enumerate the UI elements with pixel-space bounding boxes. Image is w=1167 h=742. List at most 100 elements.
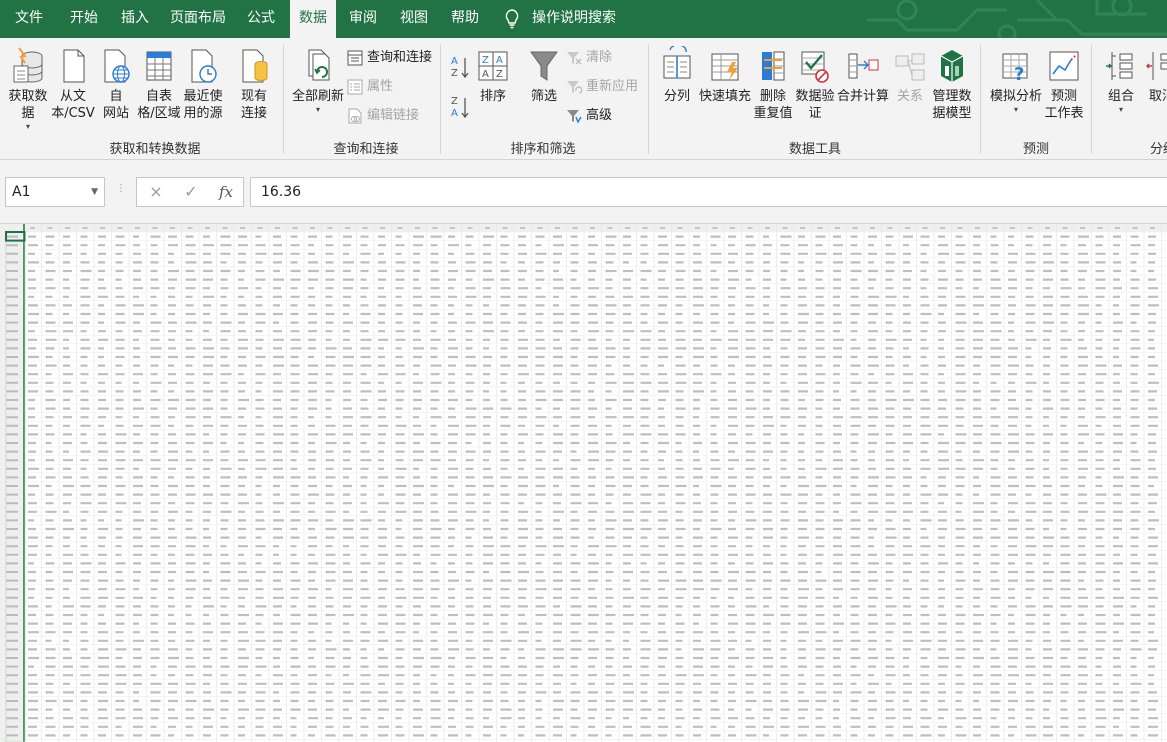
chevron-down-icon: ▾: [1013, 105, 1018, 114]
insert-function-icon[interactable]: fx: [209, 178, 243, 206]
advanced-filter-label: 高级: [586, 108, 613, 123]
chevron-down-icon[interactable]: ▼: [91, 178, 98, 206]
tell-me-label: 操作说明搜索: [532, 10, 616, 26]
formula-input[interactable]: 16.36: [250, 177, 1167, 207]
reapply-button[interactable]: 重新应用: [566, 78, 638, 96]
cell-grid[interactable]: [0, 224, 1167, 742]
group-separator: [980, 44, 981, 154]
table-icon: [146, 51, 172, 81]
enter-icon[interactable]: ✓: [174, 178, 208, 206]
tab-help[interactable]: 帮助: [441, 0, 489, 38]
text-to-columns-icon: [663, 46, 691, 79]
svg-text:Z: Z: [451, 96, 458, 107]
manage-data-model-label: 管理数 据模型: [932, 89, 972, 121]
svg-text:?: ?: [1014, 64, 1024, 85]
what-if-icon: ?: [1002, 53, 1028, 85]
resize-handle-icon[interactable]: ⋮: [116, 183, 126, 194]
filter-button[interactable]: 筛选: [524, 46, 564, 105]
tab-view[interactable]: 视图: [390, 0, 438, 38]
remove-duplicates-icon: [762, 51, 785, 81]
queries-icon: [347, 50, 363, 66]
group-button[interactable]: 组合 ▾: [1100, 46, 1142, 115]
circuit-pattern-decoration: [867, 0, 1167, 38]
group-separator: [1091, 44, 1092, 154]
queries-connections-button[interactable]: 查询和连接: [347, 49, 432, 67]
tab-page-layout[interactable]: 页面布局: [164, 0, 232, 38]
worksheet-grid[interactable]: [0, 224, 1167, 742]
get-data-button[interactable]: 获取数 据 ▾: [4, 46, 52, 132]
text-to-columns-button[interactable]: 分列: [656, 46, 698, 105]
svg-text:A: A: [482, 69, 489, 80]
existing-connections-button[interactable]: 现有 连接: [234, 46, 274, 122]
ungroup-label: 取消: [1148, 89, 1167, 104]
svg-text:Z: Z: [496, 69, 503, 80]
data-validation-icon: [801, 51, 829, 83]
name-box-value: A1: [12, 184, 31, 200]
flash-fill-button[interactable]: 快速填充: [698, 46, 752, 105]
reapply-label: 重新应用: [586, 79, 639, 94]
relationships-button[interactable]: 关系: [890, 46, 930, 105]
forecast-sheet-icon: [1049, 51, 1079, 81]
cancel-icon[interactable]: ×: [139, 178, 173, 206]
svg-text:A: A: [451, 56, 458, 67]
svg-text:A: A: [496, 55, 503, 66]
lightbulb-icon: [505, 9, 519, 29]
forecast-sheet-button[interactable]: 预测 工作表: [1044, 46, 1084, 122]
sort-label: 排序: [479, 89, 506, 104]
remove-duplicates-button[interactable]: 删除 重复值: [752, 46, 794, 122]
formula-buttons: × ✓ fx: [136, 177, 244, 207]
sort-z-to-a-button[interactable]: Z A: [448, 94, 472, 125]
ungroup-button[interactable]: 取消: [1142, 46, 1167, 105]
recent-sources-button[interactable]: 最近使 用的源: [182, 46, 224, 122]
recent-sources-icon: [191, 49, 217, 83]
sort-icon: Z A A Z: [478, 51, 508, 81]
edit-links-button[interactable]: 编辑链接: [347, 107, 419, 125]
tab-insert[interactable]: 插入: [110, 0, 160, 38]
chevron-down-icon: ▾: [315, 105, 320, 114]
consolidate-icon: [848, 53, 879, 79]
relationships-icon: [895, 53, 925, 81]
sort-az-icon: A Z: [451, 56, 469, 79]
from-text-csv-button[interactable]: 从文 本/CSV: [50, 46, 96, 122]
clear-filter-button[interactable]: 清除: [566, 49, 612, 67]
consolidate-button[interactable]: 合并计算: [836, 46, 890, 105]
refresh-all-label: 全部刷新: [291, 89, 344, 104]
ribbon-data: 获取数 据 ▾ 从文 本/CSV 自 网站 自表 格/区域 最近使 用的源 现有…: [0, 38, 1167, 160]
ribbon-tab-bar: 文件 开始 插入 页面布局 公式 数据 审阅 视图 帮助 操作说明搜索: [0, 0, 1167, 38]
consolidate-label: 合并计算: [836, 89, 889, 104]
what-if-analysis-button[interactable]: ? 模拟分析 ▾: [986, 46, 1046, 115]
forecast-sheet-label: 预测 工作表: [1044, 89, 1084, 121]
sort-button[interactable]: Z A A Z 排序: [474, 46, 512, 105]
data-validation-button[interactable]: 数据验 证: [794, 46, 836, 122]
flash-fill-icon: [711, 53, 739, 81]
tab-file[interactable]: 文件: [4, 0, 54, 38]
tab-formulas[interactable]: 公式: [236, 0, 286, 38]
properties-button[interactable]: 属性: [347, 78, 393, 96]
recent-sources-label: 最近使 用的源: [183, 89, 223, 121]
edit-links-label: 编辑链接: [367, 108, 420, 123]
edit-links-icon: [348, 108, 362, 124]
chevron-down-icon: ▾: [25, 122, 30, 131]
svg-text:Z: Z: [451, 68, 458, 79]
text-file-icon: [63, 49, 85, 83]
get-data-label: 获取数 据: [8, 89, 48, 121]
from-table-range-button[interactable]: 自表 格/区域: [136, 46, 182, 122]
group-label-outline: 分级: [1150, 142, 1167, 157]
group-label-data-tools: 数据工具: [788, 142, 841, 157]
manage-data-model-button[interactable]: 管理数 据模型: [930, 46, 974, 122]
group-separator: [440, 44, 441, 154]
formula-bar: A1 ▼ ⋮ × ✓ fx 16.36: [0, 160, 1167, 224]
tab-data[interactable]: 数据: [290, 0, 336, 38]
from-web-button[interactable]: 自 网站: [96, 46, 136, 122]
advanced-filter-button[interactable]: 高级: [566, 107, 612, 125]
tab-review[interactable]: 审阅: [338, 0, 388, 38]
chevron-down-icon: ▾: [1118, 105, 1123, 114]
tab-home[interactable]: 开始: [58, 0, 110, 38]
refresh-all-button[interactable]: 全部刷新 ▾: [290, 46, 346, 115]
formula-value: 16.36: [261, 184, 302, 200]
name-box[interactable]: A1 ▼: [5, 177, 105, 207]
svg-text:Z: Z: [482, 55, 489, 66]
sort-a-to-z-button[interactable]: A Z: [448, 54, 472, 85]
filter-label: 筛选: [530, 89, 557, 104]
group-separator: [648, 44, 649, 154]
